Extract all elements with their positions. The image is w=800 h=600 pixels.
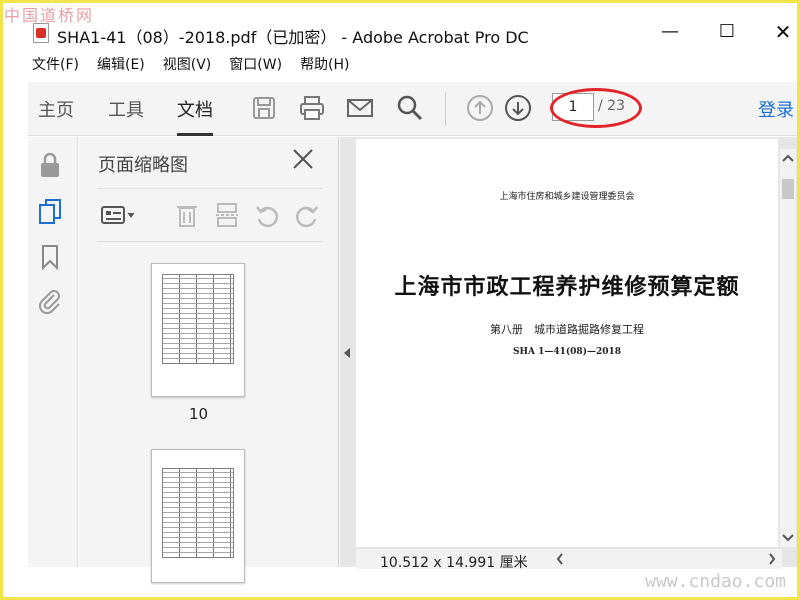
panel-toolbar bbox=[97, 188, 323, 242]
thumbnail-label: 10 bbox=[189, 405, 209, 423]
menu-bar: 文件(F) 编辑(E) 视图(V) 窗口(W) 帮助(H) bbox=[0, 52, 800, 78]
lock-icon[interactable] bbox=[36, 151, 64, 179]
tab-document[interactable]: 文档 bbox=[177, 96, 213, 136]
horizontal-scrollbar[interactable] bbox=[556, 552, 776, 566]
close-panel-icon[interactable] bbox=[291, 147, 315, 171]
tab-tools[interactable]: 工具 bbox=[108, 96, 144, 122]
search-icon[interactable] bbox=[396, 94, 424, 122]
watermark-bottom: www.cndao.com bbox=[645, 571, 786, 592]
page-size-readout: 10.512 x 14.991 厘米 bbox=[380, 555, 528, 571]
menu-window[interactable]: 窗口(W) bbox=[229, 52, 282, 78]
rotate-left-icon[interactable] bbox=[253, 201, 281, 229]
document-code: SHA 1—41(08)—2018 bbox=[513, 347, 621, 357]
thumbnail-content bbox=[162, 468, 234, 558]
bookmark-icon[interactable] bbox=[36, 243, 64, 271]
left-rail bbox=[28, 137, 78, 567]
login-link[interactable]: 登录 bbox=[758, 96, 794, 122]
scroll-up-arrow-icon[interactable] bbox=[782, 153, 794, 163]
document-area: 上海市住房和城乡建设管理委员会 上海市市政工程养护维修预算定额 第八册 城市道路… bbox=[340, 137, 800, 571]
document-scrollbar[interactable] bbox=[780, 149, 796, 547]
attachment-icon[interactable] bbox=[36, 287, 64, 315]
pdf-file-icon bbox=[33, 23, 49, 43]
toolbar-divider bbox=[445, 92, 446, 126]
highlight-ellipse bbox=[550, 88, 642, 128]
title-bar: SHA1-41（08）-2018.pdf（已加密） - Adobe Acroba… bbox=[0, 0, 800, 50]
thumbnail-content bbox=[162, 274, 234, 364]
collapse-panel-icon[interactable] bbox=[343, 347, 351, 359]
document-page: 上海市住房和城乡建设管理委员会 上海市市政工程养护维修预算定额 第八册 城市道路… bbox=[356, 139, 778, 547]
mail-icon[interactable] bbox=[346, 94, 374, 122]
thumbnail-page-10[interactable] bbox=[151, 263, 245, 397]
delete-icon[interactable] bbox=[173, 201, 201, 229]
menu-help[interactable]: 帮助(H) bbox=[300, 52, 349, 78]
rotate-right-icon[interactable] bbox=[293, 201, 321, 229]
thumbnail-page-11[interactable] bbox=[151, 449, 245, 583]
status-bar: 10.512 x 14.991 厘米 bbox=[356, 549, 782, 571]
arrow-up-icon[interactable] bbox=[466, 94, 494, 122]
thumbnail-panel: 页面缩略图 10 bbox=[79, 137, 405, 583]
page-thumbnails-icon[interactable] bbox=[36, 197, 64, 225]
menu-edit[interactable]: 编辑(E) bbox=[97, 52, 145, 78]
document-scroll-thumb[interactable] bbox=[782, 179, 794, 199]
watermark-top: 中国道桥网 bbox=[4, 6, 95, 25]
close-button[interactable]: ✕ bbox=[768, 20, 798, 44]
menu-file[interactable]: 文件(F) bbox=[32, 52, 79, 78]
save-icon[interactable] bbox=[250, 94, 278, 122]
window-title: SHA1-41（08）-2018.pdf（已加密） - Adobe Acroba… bbox=[57, 28, 529, 47]
document-subtitle: 第八册 城市道路掘路修复工程 bbox=[490, 323, 644, 336]
scroll-down-arrow-icon[interactable] bbox=[782, 533, 794, 543]
menu-view[interactable]: 视图(V) bbox=[163, 52, 212, 78]
toolbar: 主页 工具 文档 1 / 23 登录 bbox=[28, 82, 800, 136]
arrow-down-icon[interactable] bbox=[504, 94, 532, 122]
panel-title: 页面缩略图 bbox=[98, 155, 188, 176]
maximize-button[interactable]: ☐ bbox=[712, 20, 742, 44]
document-org: 上海市住房和城乡建设管理委员会 bbox=[499, 192, 635, 202]
document-title: 上海市市政工程养护维修预算定额 bbox=[394, 274, 740, 300]
extract-icon[interactable] bbox=[213, 201, 241, 229]
print-icon[interactable] bbox=[298, 94, 326, 122]
options-menu-icon[interactable] bbox=[99, 201, 139, 229]
tab-home[interactable]: 主页 bbox=[38, 96, 74, 122]
minimize-button[interactable]: — bbox=[655, 20, 685, 44]
